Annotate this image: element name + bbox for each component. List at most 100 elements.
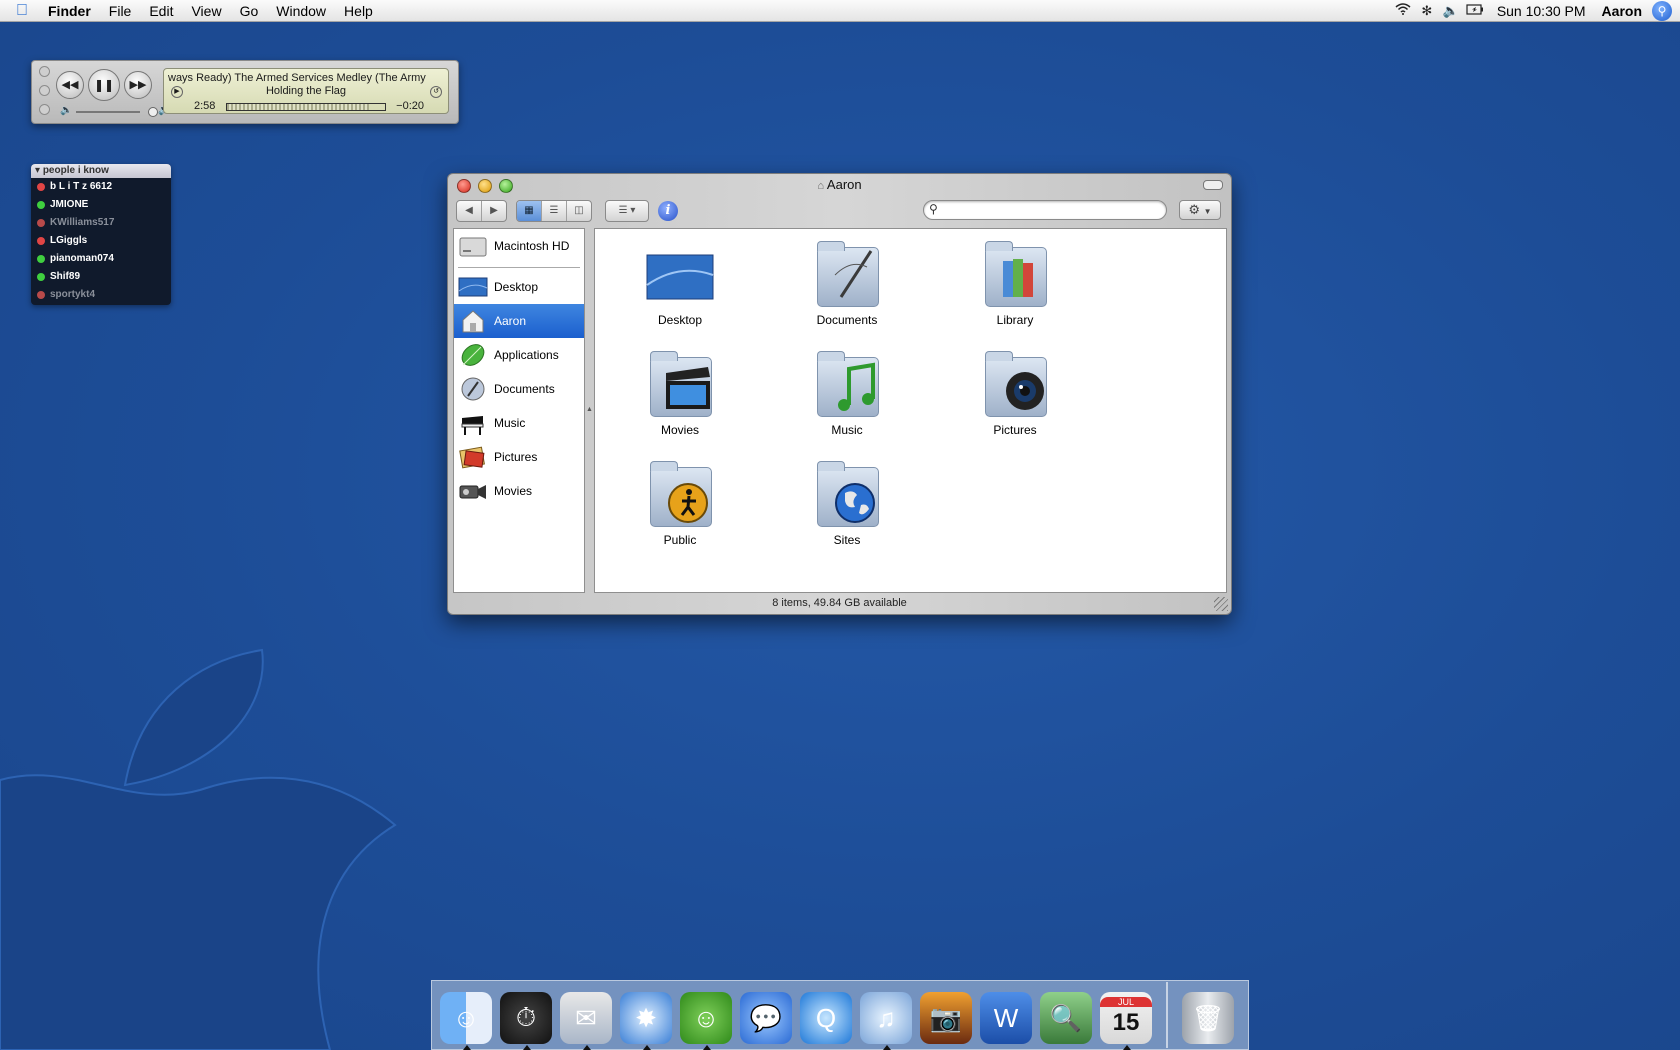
menu-file[interactable]: File [100,0,141,22]
spotlight-icon[interactable]: ⚲ [1652,0,1672,21]
sidebar-splitter[interactable]: ▲ [586,228,593,593]
sidebar-item-aaron[interactable]: Aaron [454,304,584,338]
list-view-button[interactable]: ☰ [542,201,567,221]
buddy-row[interactable]: b L i T z 6612 [31,178,171,196]
volume-slider-track[interactable] [76,111,140,113]
buddy-row[interactable]: pianoman074 [31,250,171,268]
desktop-folder-icon [644,237,716,309]
sidebar-item-desktop[interactable]: Desktop [454,270,584,304]
back-button[interactable]: ◀ [457,201,482,221]
dock-item-finder[interactable]: ☺ [437,987,495,1050]
hard-drive-icon [458,232,488,260]
menubar-clock[interactable]: Sun 10:30 PM [1487,3,1596,19]
folder-documents[interactable]: Documents [782,237,912,327]
folder-music[interactable]: Music [782,347,912,437]
column-view-button[interactable]: ◫ [567,201,591,221]
folder-pictures[interactable]: Pictures [950,347,1080,437]
menu-help[interactable]: Help [335,0,382,22]
buddy-row[interactable]: JMIONE [31,196,171,214]
sidebar-item-pictures[interactable]: Pictures [454,440,584,474]
sidebar-item-music[interactable]: Music [454,406,584,440]
dock-item-preview[interactable]: 🔍 [1037,987,1095,1049]
documents-icon [458,375,488,403]
menu-view[interactable]: View [182,0,230,22]
menu-edit[interactable]: Edit [140,0,182,22]
fast-user-switch-menu[interactable]: Aaron [1596,3,1652,19]
search-input[interactable] [944,203,1163,219]
dock-item-adium[interactable]: ☺ [677,987,735,1050]
sidebar-item-macintosh-hd[interactable]: Macintosh HD [454,229,584,263]
status-dot-icon [37,291,45,299]
close-button[interactable] [39,66,50,77]
minimize-button[interactable] [39,85,50,96]
menu-window[interactable]: Window [267,0,335,22]
chevron-down-icon: ▼ [1203,207,1212,216]
dashboard-icon: ⏱ [500,992,552,1044]
folder-label: Music [831,423,863,437]
resize-grip[interactable] [1214,597,1228,611]
get-info-button[interactable]: i [658,201,678,221]
menu-go[interactable]: Go [231,0,268,22]
battery-icon[interactable] [1463,3,1487,18]
search-field[interactable]: ⚲ [923,200,1167,220]
buddy-row[interactable]: sportykt4 [31,286,171,304]
progress-bar[interactable] [226,103,386,111]
window-titlebar[interactable]: ⌂ Aaron [448,174,1231,196]
window-toolbar: ◀ ▶ ▦ ☰ ◫ ☰ ▾ i ⚲ ⚙ ▼ [448,196,1231,226]
buddy-name: LGiggls [50,235,88,246]
bluetooth-icon[interactable]: ✻ [1415,3,1439,19]
arrange-button[interactable]: ☰ ▾ [606,201,648,221]
sidebar-item-movies[interactable]: Movies [454,474,584,508]
dock-item-ichat[interactable]: 💬 [737,987,795,1049]
zoom-button[interactable] [39,104,50,115]
buddy-name: Shif89 [50,271,81,282]
folder-movies[interactable]: Movies [615,347,745,437]
forward-button[interactable]: ▶ [482,201,506,221]
elapsed-time: 2:58 [194,100,216,112]
camcorder-icon [458,477,488,505]
home-icon [458,307,488,335]
folder-library[interactable]: Library [950,237,1080,327]
wifi-icon[interactable] [1391,3,1415,18]
dock-item-dashboard[interactable]: ⏱ [497,987,555,1050]
previous-track-button[interactable]: ◀◀ [56,71,84,99]
word-icon: W [980,992,1032,1044]
now-playing-display[interactable]: ways Ready) The Armed Services Medley (T… [163,68,449,114]
next-track-button[interactable]: ▶▶ [124,71,152,99]
pause-button[interactable]: ❚❚ [88,69,120,101]
dock-item-safari[interactable]: ✸ [617,987,675,1050]
dock-item-mail[interactable]: ✉ [557,987,615,1050]
buddy-row[interactable]: Shif89 [31,268,171,286]
folder-public[interactable]: Public [615,457,745,547]
buddy-row[interactable]: KWilliams517 [31,214,171,232]
buddy-row[interactable]: LGiggls [31,232,171,250]
running-indicator-icon [583,1045,591,1050]
sidebar-item-applications[interactable]: Applications [454,338,584,372]
toolbar-toggle-button[interactable] [1203,180,1223,190]
dock-item-iphoto[interactable]: 📷 [917,987,975,1049]
folder-sites[interactable]: Sites [782,457,912,547]
iphoto-icon: 📷 [920,992,972,1044]
running-indicator-icon [703,1045,711,1050]
buddy-group-header[interactable]: ▾ people i know [31,164,171,178]
icon-view-button[interactable]: ▦ [517,201,542,221]
sidebar-item-documents[interactable]: Documents [454,372,584,406]
status-dot-icon [37,237,45,245]
volume-icon[interactable]: 🔈 [1439,3,1463,19]
action-menu-button[interactable]: ⚙ ▼ [1179,200,1221,220]
menu-finder[interactable]: Finder [44,0,100,22]
dock-item-trash[interactable]: 🗑 [1179,987,1237,1049]
buddy-name: JMIONE [50,199,89,210]
snapback-icon[interactable]: ↺ [430,86,442,98]
dock-item-itunes[interactable]: ♫ [857,987,915,1050]
dock-item-microsoft-word[interactable]: W [977,987,1035,1049]
apple-menu-icon[interactable]:  [0,2,44,20]
dock-item-ical[interactable]: JUL 15 [1097,987,1155,1050]
volume-slider-knob[interactable] [148,107,158,117]
folder-label: Documents [816,313,878,327]
dock-item-quicktime-player[interactable]: Q [797,987,855,1049]
adium-icon: ☺ [680,992,732,1044]
library-folder-icon [979,237,1051,309]
folder-desktop[interactable]: Desktop [615,237,745,327]
status-dot-icon [37,255,45,263]
